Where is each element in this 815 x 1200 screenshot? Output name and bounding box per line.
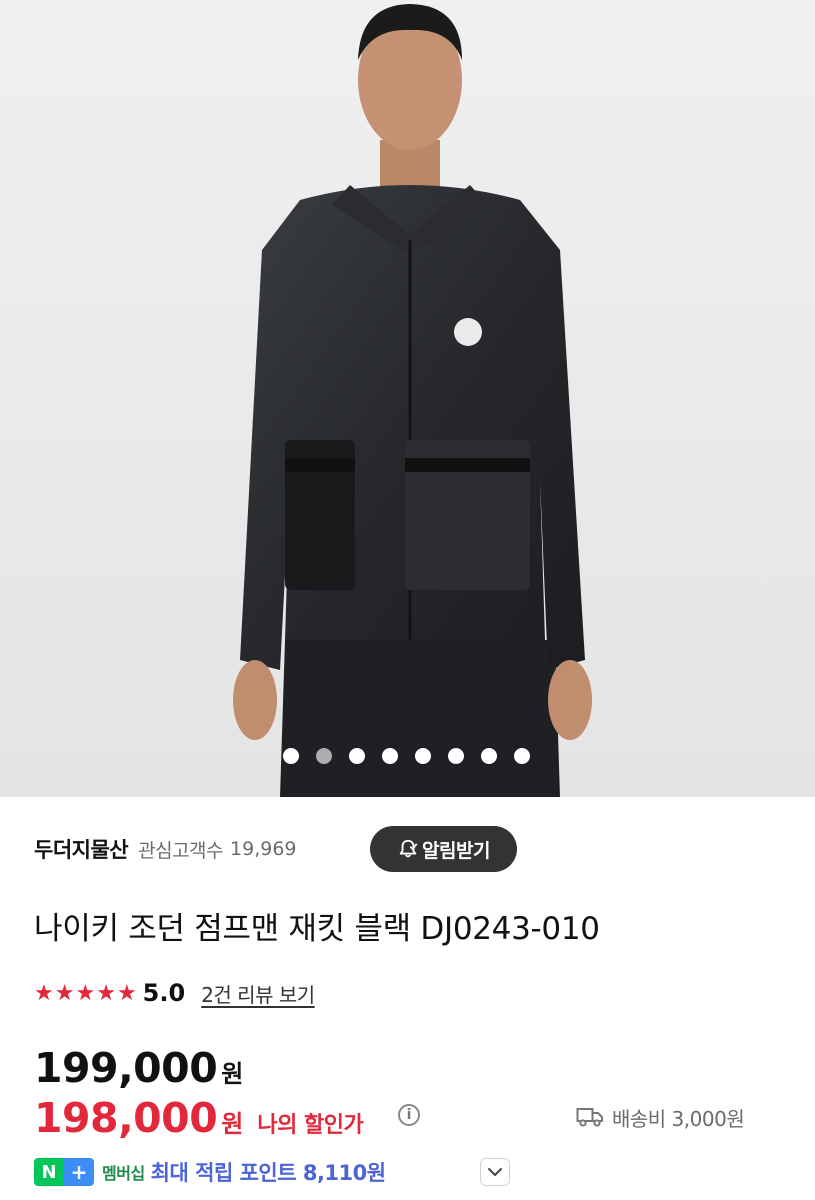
membership-expand-button[interactable] xyxy=(480,1158,510,1186)
product-title: 나이키 조던 점프맨 재킷 블랙 DJ0243-010 xyxy=(34,911,600,947)
original-price-value: 199,000 xyxy=(34,1044,218,1092)
bell-icon xyxy=(399,839,418,858)
review-link[interactable]: 2건 리뷰 보기 xyxy=(201,979,315,1008)
carousel-dot[interactable] xyxy=(283,748,299,764)
fans-count: 19,969 xyxy=(230,838,297,860)
shipping-info: 배송비 3,000원 xyxy=(576,1100,745,1134)
star-icon: ★ xyxy=(75,980,96,1006)
carousel-dot[interactable] xyxy=(514,748,530,764)
shipping-fee: 배송비 3,000원 xyxy=(612,1106,745,1131)
star-icon: ★ xyxy=(34,980,54,1006)
carousel-dot[interactable] xyxy=(448,748,464,764)
carousel-dot[interactable] xyxy=(382,748,398,764)
star-icon: ★ xyxy=(54,980,75,1006)
naver-plus-icon: N + xyxy=(34,1158,94,1186)
fans-label: 관심고객수 xyxy=(138,839,224,862)
alarm-button-label: 알림받기 xyxy=(422,839,490,862)
membership-points: 최대 적립 포인트 8,110원 xyxy=(150,1161,386,1185)
carousel-dot[interactable] xyxy=(349,748,365,764)
rating-row: ★ ★ ★ ★ ★ 5.0 2건 리뷰 보기 xyxy=(34,975,315,1011)
star-rating: ★ ★ ★ ★ ★ xyxy=(34,981,137,1006)
carousel-dot[interactable] xyxy=(415,748,431,764)
store-name[interactable]: 두더지물산 xyxy=(34,834,129,864)
product-photo-illustration xyxy=(0,0,815,797)
product-image[interactable] xyxy=(0,0,815,797)
membership-row: N + 멤버십 최대 적립 포인트 8,110원 xyxy=(34,1156,386,1188)
star-icon: ★ xyxy=(96,980,116,1006)
alarm-button[interactable]: 알림받기 xyxy=(370,826,517,872)
membership-badge: 멤버십 xyxy=(102,1164,145,1183)
sale-price-label: 나의 할인가 xyxy=(257,1113,364,1138)
store-info: 두더지물산 관심고객수 19,969 xyxy=(34,826,297,872)
rating-score: 5.0 xyxy=(142,979,186,1007)
chevron-down-icon xyxy=(488,1168,502,1176)
sale-price: 198,000 원 나의 할인가 xyxy=(34,1094,364,1142)
carousel-dot-active[interactable] xyxy=(316,748,332,764)
currency-label: 원 xyxy=(221,1060,244,1088)
info-icon[interactable]: i xyxy=(398,1104,420,1126)
currency-label: 원 xyxy=(221,1110,244,1138)
carousel-dot[interactable] xyxy=(481,748,497,764)
star-icon: ★ xyxy=(116,980,137,1006)
truck-icon xyxy=(576,1108,603,1127)
original-price: 199,000 원 xyxy=(34,1044,243,1092)
sale-price-value: 198,000 xyxy=(34,1094,218,1142)
